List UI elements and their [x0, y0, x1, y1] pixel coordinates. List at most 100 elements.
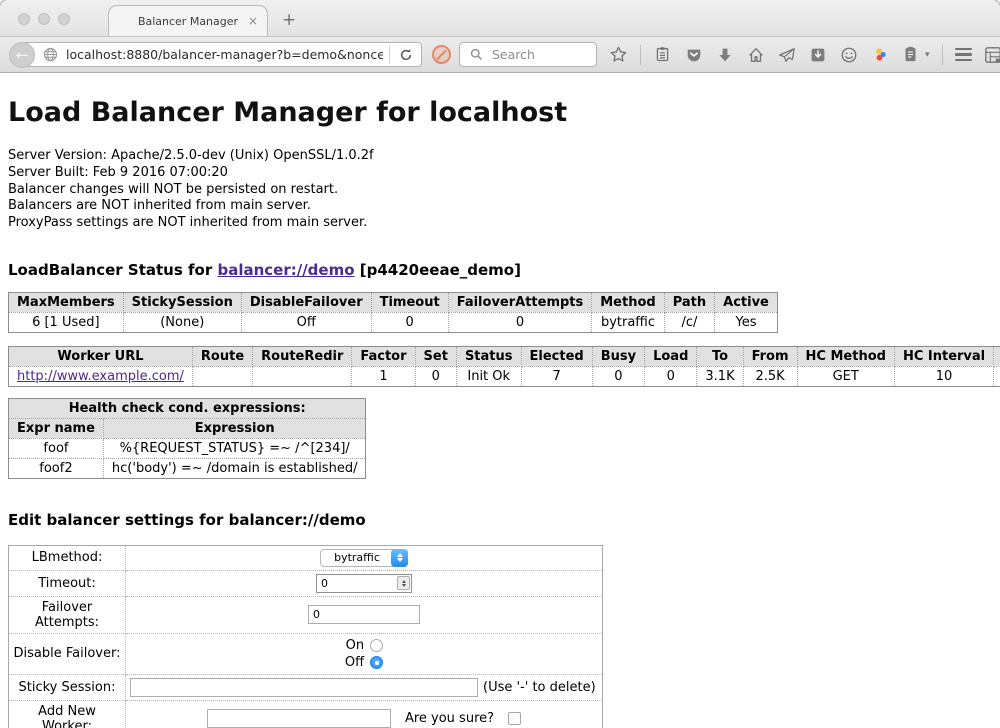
- cell-factor: 1: [352, 366, 415, 386]
- worker-url-link[interactable]: http://www.example.com/: [17, 369, 184, 384]
- search-bar[interactable]: Search: [459, 42, 597, 67]
- disable-failover-label: Disable Failover:: [9, 633, 126, 674]
- back-button[interactable]: ←: [9, 42, 35, 68]
- minimize-window-button[interactable]: [38, 13, 50, 25]
- number-spinner-icon[interactable]: [397, 576, 410, 590]
- cell-active: Yes: [715, 312, 778, 332]
- col-path: Path: [664, 292, 714, 312]
- tab-balancer-manager[interactable]: Balancer Manager ×: [108, 5, 268, 36]
- tab-close-icon[interactable]: ×: [248, 14, 258, 28]
- bookmark-star-icon[interactable]: [609, 45, 628, 64]
- cell-expr-name-1: foof: [9, 438, 104, 458]
- col-worker-url: Worker URL: [9, 346, 193, 366]
- close-window-button[interactable]: [18, 13, 30, 25]
- sticky-session-hint: (Use '-' to delete): [483, 680, 596, 695]
- col-disablefailover: DisableFailover: [241, 292, 371, 312]
- proxypass-note-line: ProxyPass settings are NOT inherited fro…: [8, 215, 992, 232]
- failover-attempts-input[interactable]: [308, 605, 420, 624]
- server-built-line: Server Built: Feb 9 2016 07:00:20: [8, 165, 992, 182]
- edit-balancer-form: LBmethod: bytraffic Timeout:: [8, 545, 603, 728]
- col-routeredir: RouteRedir: [253, 346, 352, 366]
- col-maxmembers: MaxMembers: [9, 292, 124, 312]
- sticky-session-input[interactable]: [130, 678, 478, 697]
- reload-icon[interactable]: [396, 45, 415, 64]
- cell-path: /c/: [664, 312, 714, 332]
- cell-stickysession: (None): [123, 312, 241, 332]
- reading-list-icon[interactable]: [653, 45, 672, 64]
- cell-hc-interval: 10: [894, 366, 993, 386]
- failover-attempts-row: Failover Attempts:: [9, 596, 603, 633]
- balancer-table-header-row: MaxMembers StickySession DisableFailover…: [9, 292, 778, 312]
- pocket-icon[interactable]: [684, 45, 703, 64]
- col-route: Route: [192, 346, 252, 366]
- worker-table-row: http://www.example.com/ 1 0 Init Ok 7 0 …: [9, 366, 1000, 386]
- select-stepper-icon: [391, 549, 408, 567]
- window-controls: [18, 13, 70, 25]
- sticky-session-row: Sticky Session: (Use '-' to delete): [9, 674, 603, 700]
- toolbar-divider: [640, 45, 641, 65]
- content-blocked-icon[interactable]: [432, 45, 451, 64]
- send-plane-icon[interactable]: [777, 45, 796, 64]
- menu-hamburger-icon[interactable]: [955, 48, 972, 61]
- tab-groups-icon[interactable]: [984, 45, 1000, 64]
- status-heading-prefix: LoadBalancer Status for: [8, 261, 217, 279]
- lbmethod-select[interactable]: bytraffic: [320, 549, 408, 567]
- failover-off-radio[interactable]: [370, 656, 383, 669]
- balancer-demo-link[interactable]: balancer://demo: [217, 261, 354, 279]
- page-title: Load Balancer Manager for localhost: [8, 97, 992, 128]
- balancer-status-table: MaxMembers StickySession DisableFailover…: [8, 292, 778, 333]
- failover-on-radio[interactable]: [370, 639, 383, 652]
- col-timeout: Timeout: [371, 292, 448, 312]
- downloads-icon[interactable]: [715, 45, 734, 64]
- cell-disablefailover: Off: [241, 312, 371, 332]
- cell-method: bytraffic: [592, 312, 664, 332]
- failover-attempts-label: Failover Attempts:: [9, 596, 126, 633]
- worker-status-table: Worker URL Route RouteRedir Factor Set S…: [8, 346, 1000, 387]
- are-you-sure-label: Are you sure?: [405, 711, 494, 726]
- extension-colordots-icon[interactable]: [870, 45, 889, 64]
- feedback-smiley-icon[interactable]: [839, 45, 858, 64]
- timeout-label: Timeout:: [9, 570, 126, 596]
- hc-header-row: Expr name Expression: [9, 418, 366, 438]
- toolbar-icons: ▾: [609, 45, 1000, 65]
- tab-bar: Balancer Manager × +: [0, 0, 1000, 36]
- tab-title: Balancer Manager: [138, 15, 238, 28]
- col-to: To: [697, 346, 743, 366]
- col-status: Status: [456, 346, 521, 366]
- url-text[interactable]: localhost:8880/balancer-manager?b=demo&n…: [66, 47, 383, 62]
- url-bar[interactable]: localhost:8880/balancer-manager?b=demo&n…: [22, 42, 422, 67]
- cell-routeredir: [253, 366, 352, 386]
- radio-on-label: On: [346, 638, 364, 653]
- edit-settings-heading: Edit balancer settings for balancer://de…: [8, 511, 992, 529]
- health-check-table: Health check cond. expressions: Expr nam…: [8, 398, 366, 479]
- cell-expr-name-2: foof2: [9, 458, 104, 478]
- search-placeholder: Search: [492, 47, 535, 62]
- zoom-window-button[interactable]: [58, 13, 70, 25]
- col-stickysession: StickySession: [123, 292, 241, 312]
- cell-to: 3.1K: [697, 366, 743, 386]
- add-worker-input[interactable]: [207, 709, 391, 728]
- are-you-sure-checkbox[interactable]: [508, 712, 521, 725]
- navigation-toolbar: ← localhost:8880/balancer-manager?b=demo…: [0, 36, 1000, 73]
- save-to-device-icon[interactable]: [808, 45, 827, 64]
- hc-row-foof2: foof2 hc('body') =~ /domain is establish…: [9, 458, 366, 478]
- session-clipboard-icon[interactable]: [901, 45, 920, 64]
- toolbar-divider-2: [942, 45, 943, 65]
- col-factor: Factor: [352, 346, 415, 366]
- loadbalancer-status-heading: LoadBalancer Status for balancer://demo …: [8, 261, 992, 279]
- search-icon: [467, 45, 486, 64]
- add-worker-row: Add New Worker: Are you sure?: [9, 700, 603, 728]
- balancer-table-row: 6 [1 Used] (None) Off 0 0 bytraffic /c/ …: [9, 312, 778, 332]
- cell-passes: 1 (0): [994, 366, 1000, 386]
- lbmethod-label: LBmethod:: [9, 545, 126, 570]
- col-expression: Expression: [103, 418, 366, 438]
- cell-failoverattempts: 0: [448, 312, 592, 332]
- col-method: Method: [592, 292, 664, 312]
- home-icon[interactable]: [746, 45, 765, 64]
- col-expr-name: Expr name: [9, 418, 104, 438]
- new-tab-button[interactable]: +: [282, 10, 296, 30]
- timeout-row: Timeout:: [9, 570, 603, 596]
- chevron-down-icon[interactable]: ▾: [925, 50, 930, 60]
- cell-expression-2: hc('body') =~ /domain is established/: [103, 458, 366, 478]
- cell-status: Init Ok: [456, 366, 521, 386]
